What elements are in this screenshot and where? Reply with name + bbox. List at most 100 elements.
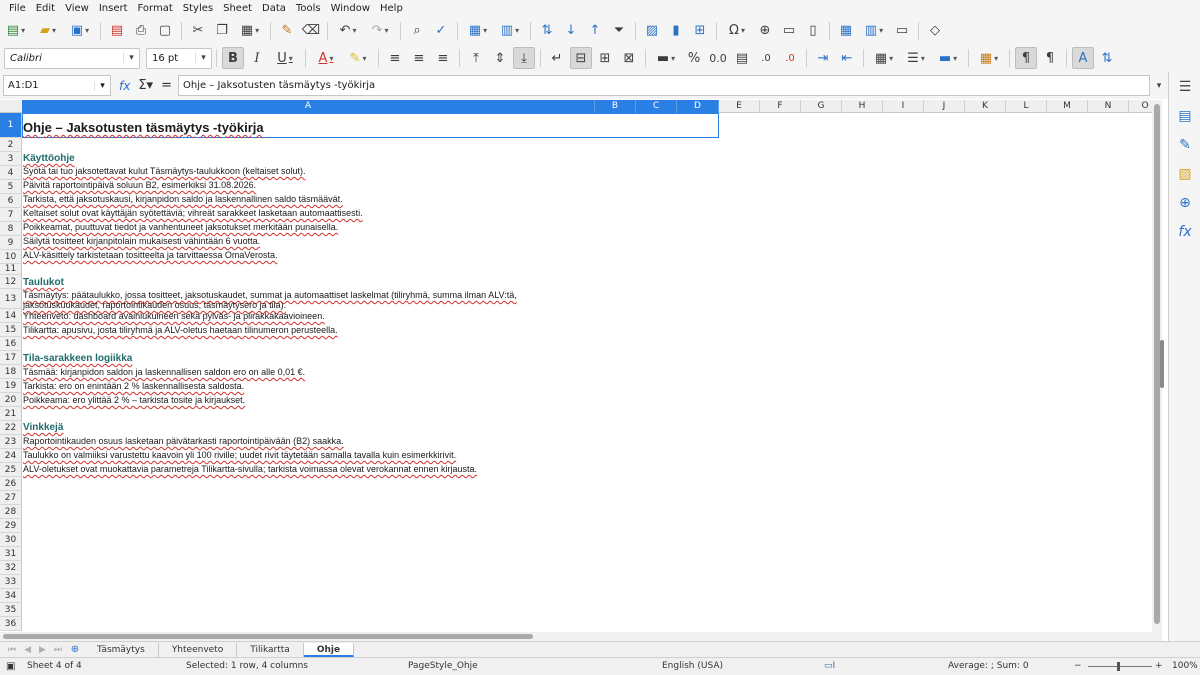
column-header-c[interactable]: C	[636, 100, 677, 113]
cell-a15[interactable]: Tilikartta: apusivu, josta tiliryhmä ja …	[22, 325, 338, 335]
row-header-30[interactable]: 30	[0, 533, 22, 547]
border-color-icon[interactable]: ▬	[933, 47, 963, 69]
horizontal-scrollbar[interactable]	[0, 632, 1162, 641]
chevron-down-icon[interactable]: ▾	[195, 53, 211, 63]
underline-icon[interactable]: U	[270, 47, 300, 69]
vertical-text-icon[interactable]: ⇅	[1096, 47, 1118, 69]
row-header-6[interactable]: 6	[0, 194, 22, 208]
conditional-format-icon[interactable]: ▦	[974, 47, 1004, 69]
row-header-24[interactable]: 24	[0, 449, 22, 463]
cell-a25[interactable]: ALV-oletukset ovat muokattavia parametre…	[22, 464, 477, 474]
menu-edit[interactable]: Edit	[31, 0, 60, 17]
save-icon[interactable]: ▣	[65, 20, 95, 42]
clear-formatting-icon[interactable]: ⌫	[300, 20, 322, 42]
column-header-k[interactable]: K	[965, 100, 1006, 113]
hyperlink-icon[interactable]: ⊕	[754, 20, 776, 42]
row-header-12[interactable]: 12	[0, 275, 22, 289]
menu-styles[interactable]: Styles	[178, 0, 218, 17]
column-header-h[interactable]: H	[842, 100, 883, 113]
functions-icon[interactable]: fx	[1169, 217, 1200, 246]
chevron-down-icon[interactable]: ▾	[123, 53, 139, 63]
cell-a4[interactable]: Syötä tai tuo jaksotettavat kulut Täsmäy…	[22, 166, 305, 176]
previous-sheet-icon[interactable]: ◀	[24, 645, 31, 655]
export-pdf-icon[interactable]: ▤	[106, 20, 128, 42]
menu-data[interactable]: Data	[257, 0, 291, 17]
row-header-16[interactable]: 16	[0, 337, 22, 351]
row-header-23[interactable]: 23	[0, 435, 22, 449]
row-header-22[interactable]: 22	[0, 421, 22, 435]
merge-center-icon[interactable]: ⊟	[570, 47, 592, 69]
merge-cells-icon[interactable]: ⊞	[594, 47, 616, 69]
sort-descending-icon[interactable]: ↑	[584, 20, 606, 42]
column-header-f[interactable]: F	[760, 100, 801, 113]
cell-a1-title[interactable]: Ohje – Jaksotusten täsmäytys -työkirja	[22, 120, 264, 135]
increase-indent-icon[interactable]: ⇥	[812, 47, 834, 69]
cell-a22[interactable]: Vinkkejä	[22, 422, 63, 433]
column-header-a[interactable]: A	[22, 100, 595, 113]
row-header-32[interactable]: 32	[0, 561, 22, 575]
function-wizard-icon[interactable]: fx	[119, 79, 130, 93]
align-top-icon[interactable]: ⤒	[465, 47, 487, 69]
cell-a20[interactable]: Poikkeama: ero ylittää 2 % – tarkista to…	[22, 395, 245, 405]
row-header-4[interactable]: 4	[0, 166, 22, 180]
row-header-18[interactable]: 18	[0, 365, 22, 379]
cell-a5[interactable]: Päivitä raportointipäivä soluun B2, esim…	[22, 180, 256, 190]
row-header-5[interactable]: 5	[0, 180, 22, 194]
cell-a13-line1[interactable]: Täsmäytys: päätaulukko, jossa tositteet,…	[22, 290, 517, 300]
row-header-26[interactable]: 26	[0, 477, 22, 491]
column-header-d[interactable]: D	[677, 100, 719, 113]
find-replace-icon[interactable]: ⌕	[406, 20, 428, 42]
hamburger-menu-icon[interactable]: ☰	[1169, 72, 1200, 101]
sidebar-resize-handle[interactable]	[1160, 340, 1164, 388]
properties-icon[interactable]: ▤	[1169, 101, 1200, 130]
print-preview-icon[interactable]: ▢	[154, 20, 176, 42]
menu-help[interactable]: Help	[375, 0, 408, 17]
column-header-m[interactable]: M	[1047, 100, 1088, 113]
row-icon[interactable]: ▦	[463, 20, 493, 42]
name-box[interactable]: A1:D1 ▾	[3, 75, 111, 96]
align-center-icon[interactable]: ≡	[408, 47, 430, 69]
cell-a14[interactable]: Yhteenveto: dashboard avainlukuineen sek…	[22, 311, 325, 321]
cell-a13-line2[interactable]: jaksotuskuukaudet, raportointikauden osu…	[22, 300, 286, 310]
formula-icon[interactable]: =	[161, 78, 172, 93]
font-name-combo[interactable]: Calibri ▾	[4, 47, 140, 69]
tab-ohje[interactable]: Ohje	[303, 642, 355, 657]
unmerge-cells-icon[interactable]: ⊠	[618, 47, 640, 69]
italic-icon[interactable]: I	[246, 47, 268, 69]
open-folder-icon[interactable]: ▰	[33, 20, 63, 42]
align-right-icon[interactable]: ≡	[432, 47, 454, 69]
align-bottom-icon[interactable]: ⤓	[513, 47, 535, 69]
border-style-icon[interactable]: ☰	[901, 47, 931, 69]
right-to-left-icon[interactable]: ¶	[1039, 47, 1061, 69]
styles-icon[interactable]: ✎	[1169, 130, 1200, 159]
row-header-13[interactable]: 13	[0, 289, 22, 309]
row-header-28[interactable]: 28	[0, 505, 22, 519]
paste-icon[interactable]: ▦	[235, 20, 265, 42]
selection-mode-icon[interactable]: ▭I	[824, 661, 835, 671]
insert-image-icon[interactable]: ▨	[641, 20, 663, 42]
chevron-down-icon[interactable]: ▾	[94, 80, 110, 91]
split-window-icon[interactable]: ▭	[891, 20, 913, 42]
sort-icon[interactable]: ⇅	[536, 20, 558, 42]
zoom-level[interactable]: 100%	[1172, 661, 1198, 671]
cell-a3[interactable]: Käyttöohje	[22, 153, 75, 164]
menu-insert[interactable]: Insert	[94, 0, 133, 17]
status-page-style[interactable]: PageStyle_Ohje	[408, 661, 478, 671]
row-header-1[interactable]: 1	[0, 113, 22, 138]
cell-a19[interactable]: Tarkista: ero on enintään 2 % laskennall…	[22, 381, 244, 391]
tab-yhteenveto[interactable]: Yhteenveto	[159, 642, 238, 657]
copy-icon[interactable]: ❐	[211, 20, 233, 42]
horizontal-scroll-thumb[interactable]	[3, 634, 533, 639]
freeze-rows-columns-icon[interactable]: ▥	[859, 20, 889, 42]
borders-icon[interactable]: ▦	[869, 47, 899, 69]
cell-a12[interactable]: Taulukot	[22, 277, 64, 288]
zoom-slider-knob[interactable]	[1117, 662, 1120, 671]
cell-a9[interactable]: Säilytä tositteet kirjanpitolain mukaise…	[22, 236, 260, 246]
menu-sheet[interactable]: Sheet	[218, 0, 257, 17]
formula-input[interactable]: Ohje – Jaksotusten täsmäytys -työkirja	[177, 75, 1150, 96]
cell-a10[interactable]: ALV-käsittely tarkistetaan tositteelta j…	[22, 250, 277, 260]
cell-a7[interactable]: Keltaiset solut ovat käyttäjän syötettäv…	[22, 208, 363, 218]
cell-grid[interactable]: Ohje – Jaksotusten täsmäytys -työkirja K…	[22, 113, 1152, 632]
column-header-e[interactable]: E	[719, 100, 760, 113]
cell-a18[interactable]: Täsmää: kirjanpidon saldon ja laskennall…	[22, 367, 305, 377]
